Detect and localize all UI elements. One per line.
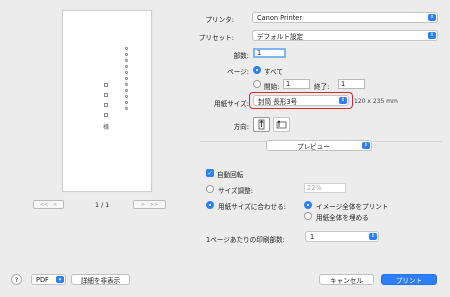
prev-page-icon: < bbox=[52, 201, 58, 208]
preset-label: プリセット: bbox=[198, 34, 234, 42]
help-icon: ? bbox=[14, 275, 19, 284]
pages-end-value: 1 bbox=[341, 80, 346, 88]
next-last-page-button[interactable]: > >> bbox=[133, 200, 166, 209]
address-circle bbox=[125, 47, 128, 50]
checkmark-icon: ✓ bbox=[207, 169, 213, 177]
chevron-updown-icon: ⇕ bbox=[339, 97, 347, 104]
fill-entire-label: 用紙全体を埋める bbox=[316, 214, 369, 222]
fill-entire-radio[interactable] bbox=[304, 212, 312, 220]
first-prev-page-button[interactable]: << < bbox=[33, 200, 64, 209]
print-entire-label: イメージ全体をプリント bbox=[316, 203, 389, 211]
chevron-down-icon: ▾ bbox=[56, 276, 64, 283]
scale-radio[interactable] bbox=[206, 185, 214, 193]
pdf-label: PDF bbox=[36, 275, 49, 284]
fit-paper-label: 用紙サイズに合わせる: bbox=[218, 203, 286, 211]
section-popup-value: プレビュー bbox=[297, 142, 330, 151]
copies-field[interactable]: 1 bbox=[253, 48, 286, 58]
pdf-menu-button[interactable]: PDF ▾ bbox=[31, 274, 66, 285]
scale-field[interactable]: 22% bbox=[304, 183, 346, 193]
address-square bbox=[104, 113, 108, 117]
address-circle bbox=[125, 101, 128, 104]
pages-start-field[interactable]: 1 bbox=[283, 79, 310, 89]
address-square bbox=[104, 103, 108, 107]
address-circle bbox=[125, 71, 128, 74]
copies-per-page-label: 1ページあたりの印刷部数: bbox=[206, 236, 285, 244]
portrait-icon bbox=[258, 119, 265, 130]
chevron-updown-icon: ⇕ bbox=[362, 142, 370, 149]
pages-start-label: 開始: bbox=[264, 83, 280, 91]
address-square bbox=[104, 83, 108, 87]
printer-value: Canon Printer bbox=[257, 13, 303, 22]
auto-rotate-label: 自動回転 bbox=[217, 171, 244, 179]
chevron-updown-icon: ⇕ bbox=[369, 233, 377, 240]
section-popup[interactable]: プレビュー ⇕ bbox=[266, 140, 372, 151]
cancel-button[interactable]: キャンセル bbox=[319, 274, 374, 285]
address-circle bbox=[125, 53, 128, 56]
first-page-icon: << bbox=[39, 201, 49, 208]
print-label: プリント bbox=[395, 276, 423, 285]
copies-per-page-value: 1 bbox=[310, 232, 315, 241]
hide-details-label: 詳細を非表示 bbox=[80, 276, 121, 285]
paper-size-label: 用紙サイズ: bbox=[214, 100, 249, 108]
printer-label: プリンタ: bbox=[205, 16, 234, 24]
address-circle bbox=[125, 107, 128, 110]
print-button[interactable]: プリント bbox=[381, 274, 437, 285]
paper-size-popup[interactable]: 封筒 長形3号 ⇕ bbox=[253, 95, 349, 106]
address-circle bbox=[125, 77, 128, 80]
pages-end-field[interactable]: 1 bbox=[338, 79, 365, 89]
cancel-label: キャンセル bbox=[330, 276, 363, 285]
section-divider-right bbox=[373, 141, 442, 142]
paper-size-value: 封筒 長形3号 bbox=[258, 97, 298, 106]
chevron-updown-icon: ⇕ bbox=[428, 14, 436, 21]
addressee-suffix: 様 bbox=[103, 124, 110, 131]
page-indicator: 1 / 1 bbox=[95, 201, 110, 209]
address-circle bbox=[125, 65, 128, 68]
printer-popup[interactable]: Canon Printer ⇕ bbox=[252, 12, 438, 23]
hide-details-button[interactable]: 詳細を非表示 bbox=[71, 274, 130, 285]
address-circle bbox=[125, 59, 128, 62]
section-divider-left bbox=[200, 141, 272, 142]
print-preview-page: 様 bbox=[62, 10, 152, 192]
pages-start-value: 1 bbox=[286, 80, 291, 88]
landscape-button[interactable] bbox=[273, 117, 290, 132]
auto-rotate-checkbox[interactable]: ✓ bbox=[206, 169, 214, 177]
preset-popup[interactable]: デフォルト設定 ⇕ bbox=[252, 30, 438, 41]
preset-value: デフォルト設定 bbox=[257, 32, 304, 41]
copies-label: 部数: bbox=[233, 52, 249, 60]
pages-range-radio[interactable] bbox=[253, 80, 261, 88]
next-page-icon: > bbox=[140, 201, 146, 208]
last-page-icon: >> bbox=[149, 201, 159, 208]
paper-size-dimensions: 120 x 235 mm bbox=[354, 98, 398, 105]
address-circle bbox=[125, 83, 128, 86]
portrait-button[interactable] bbox=[253, 117, 270, 132]
landscape-icon bbox=[276, 120, 287, 129]
pages-all-radio[interactable] bbox=[253, 66, 261, 74]
pages-all-label: すべて bbox=[264, 68, 284, 76]
pages-end-label: 終了: bbox=[314, 83, 330, 91]
address-square bbox=[104, 93, 108, 97]
pages-label: ページ: bbox=[227, 68, 249, 76]
copies-value: 1 bbox=[257, 49, 262, 57]
scale-value: 22% bbox=[307, 184, 322, 192]
address-circle bbox=[125, 89, 128, 92]
scale-label: サイズ調整: bbox=[218, 187, 253, 195]
fit-paper-radio[interactable] bbox=[206, 201, 214, 209]
print-entire-radio[interactable] bbox=[304, 201, 312, 209]
chevron-updown-icon: ⇕ bbox=[428, 32, 436, 39]
orientation-label: 方向: bbox=[233, 123, 249, 131]
copies-per-page-popup[interactable]: 1 ⇕ bbox=[305, 231, 379, 242]
help-button[interactable]: ? bbox=[11, 274, 22, 285]
address-circle bbox=[125, 95, 128, 98]
